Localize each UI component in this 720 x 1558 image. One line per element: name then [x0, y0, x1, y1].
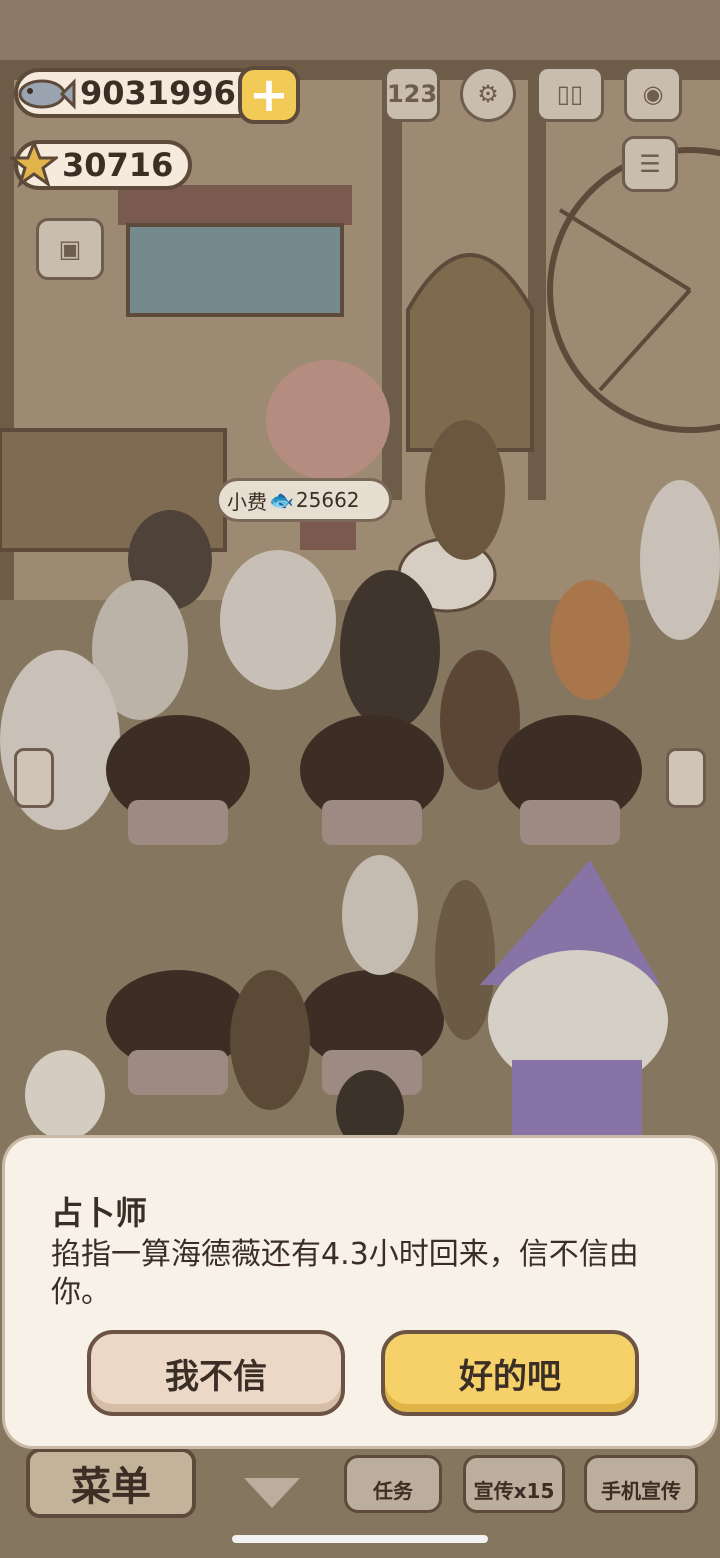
phone-promote-button[interactable]: 手机宣传: [584, 1455, 698, 1513]
fish-icon: 🐟: [269, 488, 294, 512]
news-icon[interactable]: ☰: [622, 136, 678, 192]
album-book-icon[interactable]: ▯▯: [536, 66, 604, 122]
ranking-icon[interactable]: 123: [384, 66, 440, 122]
settings-gear-icon[interactable]: ⚙: [460, 66, 516, 122]
star-icon: [10, 140, 58, 188]
home-indicator[interactable]: [232, 1535, 488, 1543]
confirm-button[interactable]: 好的吧: [381, 1330, 639, 1416]
fish-count: 9031996: [80, 74, 236, 112]
fish-icon: [18, 78, 76, 110]
dialog-message: 掐指一算海德薇还有4.3小时回来，信不信由你。: [51, 1237, 639, 1310]
task-button[interactable]: 任务: [344, 1455, 442, 1513]
tip-bubble[interactable]: 小费 🐟 25662: [216, 478, 392, 522]
promote-button[interactable]: 宣传x15: [463, 1455, 565, 1513]
scroll-left-arrow[interactable]: [14, 748, 54, 808]
add-currency-button[interactable]: +: [238, 66, 300, 124]
star-count: 30716: [62, 146, 174, 184]
dialog-title: 占卜师: [51, 1194, 148, 1232]
camera-icon[interactable]: ◉: [624, 66, 682, 122]
scroll-right-arrow[interactable]: [666, 748, 706, 808]
tip-label: 小费: [227, 489, 267, 514]
shop-icon[interactable]: ▣: [36, 218, 104, 280]
collapse-chevron-icon[interactable]: [244, 1478, 300, 1508]
menu-button[interactable]: 菜单: [26, 1448, 196, 1518]
cancel-button[interactable]: 我不信: [87, 1330, 345, 1416]
tip-amount: 25662: [295, 488, 360, 512]
